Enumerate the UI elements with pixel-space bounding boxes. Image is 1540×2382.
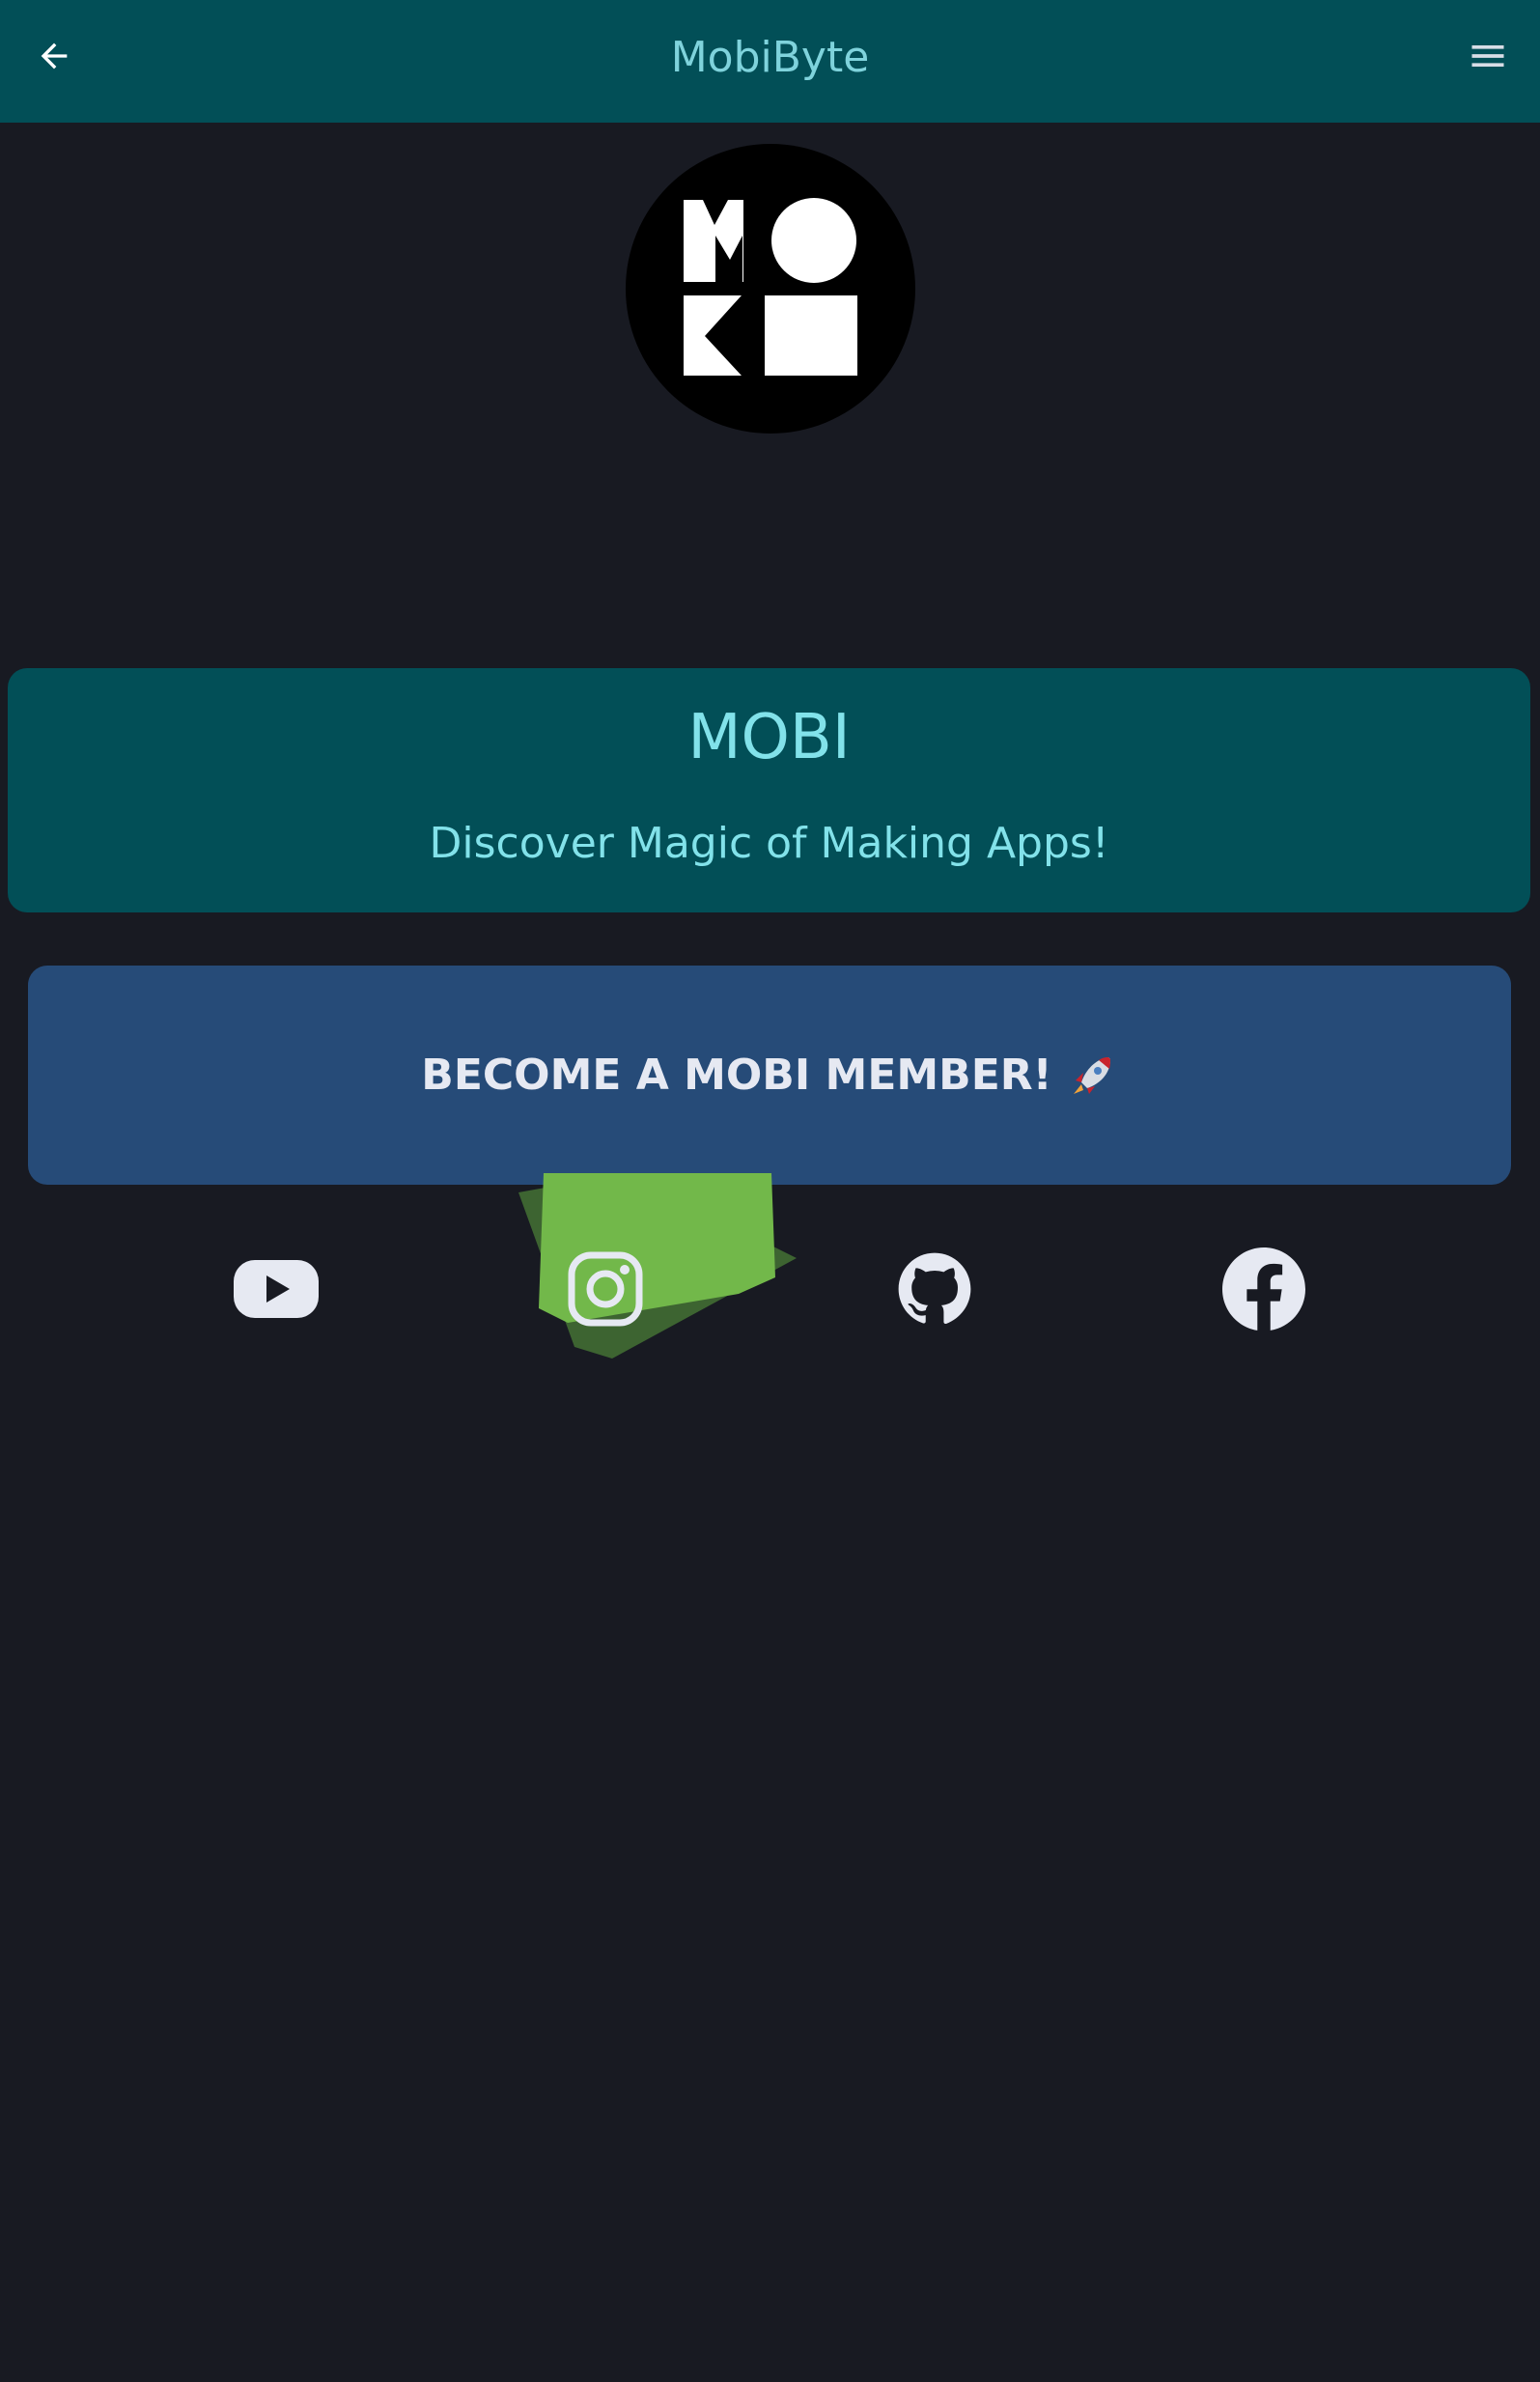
become-member-label: BECOME A MOBI MEMBER! xyxy=(421,1051,1052,1100)
facebook-icon xyxy=(1222,1247,1305,1331)
github-link[interactable] xyxy=(838,1192,1031,1386)
app-bar: MobiByte xyxy=(0,0,1540,123)
instagram-icon xyxy=(568,1251,643,1327)
mobi-logo-mark xyxy=(684,198,857,376)
app-title: MobiByte xyxy=(670,33,870,82)
card-subtitle: Discover Magic of Making Apps! xyxy=(429,819,1109,868)
info-card: MOBI Discover Magic of Making Apps! xyxy=(8,668,1530,912)
github-icon xyxy=(898,1252,971,1325)
hamburger-menu-icon xyxy=(1471,45,1504,67)
menu-button[interactable] xyxy=(1459,27,1517,85)
mobi-logo xyxy=(626,144,915,434)
become-member-button[interactable]: BECOME A MOBI MEMBER! xyxy=(28,966,1511,1185)
facebook-link[interactable] xyxy=(1167,1192,1360,1386)
youtube-link[interactable] xyxy=(180,1192,373,1386)
card-title: MOBI xyxy=(687,702,851,773)
youtube-icon xyxy=(234,1260,319,1318)
rocket-icon xyxy=(1073,1056,1110,1094)
instagram-link[interactable] xyxy=(509,1192,702,1386)
